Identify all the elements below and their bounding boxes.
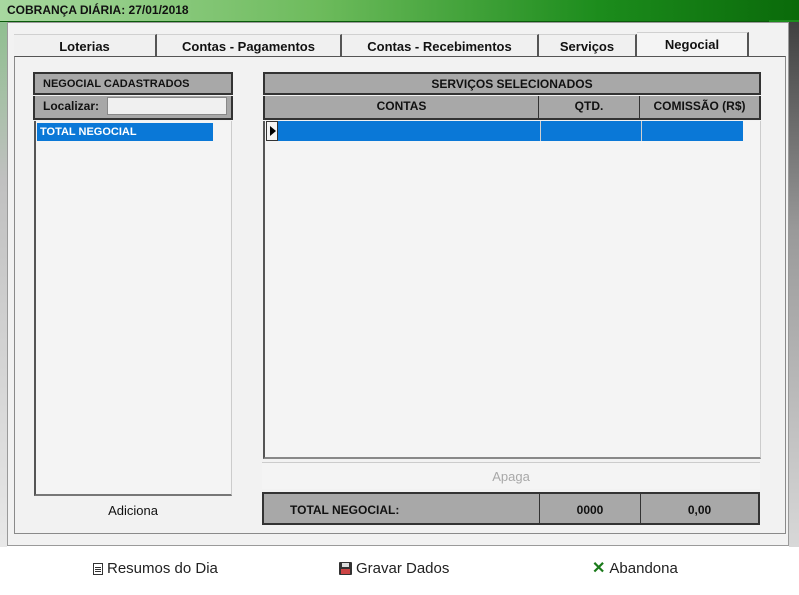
delete-button[interactable]: Apaga	[262, 462, 760, 489]
total-comissao: 0,00	[687, 503, 712, 517]
total-qtd: 0000	[576, 503, 604, 517]
abort-label: Abandona	[609, 560, 678, 577]
total-label: TOTAL NEGOCIAL:	[290, 503, 400, 517]
search-label: Localizar:	[43, 99, 100, 113]
search-input[interactable]	[107, 97, 227, 115]
tab-label: Contas - Recebimentos	[367, 38, 512, 54]
negocial-list-header: NEGOCIAL CADASTRADOS	[33, 72, 233, 95]
list-item-total-negocial[interactable]: TOTAL NEGOCIAL	[37, 123, 213, 141]
column-header-qtd[interactable]: QTD.	[539, 96, 640, 120]
tab-label: Loterias	[59, 38, 110, 54]
tab-negocial[interactable]: Negocial	[637, 32, 749, 56]
column-header-comissao[interactable]: COMISSÃO (R$)	[640, 96, 761, 120]
tab-label: Negocial	[664, 37, 720, 52]
tab-loterias[interactable]: Loterias	[14, 34, 157, 57]
abort-button[interactable]: ✕ Abandona	[592, 560, 678, 577]
daily-summary-label: Resumos do Dia	[107, 560, 218, 577]
cell-qtd[interactable]	[541, 121, 642, 141]
save-label: Gravar Dados	[356, 560, 450, 577]
title-bar: COBRANÇA DIÁRIA: 27/01/2018	[0, 0, 799, 24]
negocial-list[interactable]: TOTAL NEGOCIAL	[34, 121, 232, 496]
floppy-disk-icon	[339, 562, 352, 575]
left-frame-shade	[0, 22, 7, 547]
document-icon	[93, 562, 103, 575]
tab-label: Contas - Pagamentos	[182, 38, 315, 54]
cell-comissao[interactable]	[642, 121, 743, 141]
tab-contas-recebimentos[interactable]: Contas - Recebimentos	[342, 34, 539, 57]
bottom-toolbar: Resumos do Dia Gravar Dados ✕ Abandona	[0, 547, 799, 595]
window-title: COBRANÇA DIÁRIA: 27/01/2018	[7, 3, 189, 17]
search-row: Localizar:	[33, 96, 233, 120]
right-frame-shade	[789, 22, 799, 547]
selected-services-header: SERVIÇOS SELECIONADOS	[263, 72, 761, 95]
cell-contas[interactable]	[278, 121, 541, 141]
services-grid[interactable]	[263, 121, 761, 459]
daily-summary-button[interactable]: Resumos do Dia	[93, 560, 218, 577]
row-indicator-icon	[266, 121, 278, 141]
table-row[interactable]	[266, 121, 743, 141]
total-bar: TOTAL NEGOCIAL: 0000 0,00	[262, 492, 760, 525]
tab-servicos[interactable]: Serviços	[539, 34, 637, 57]
column-header-contas[interactable]: CONTAS	[263, 96, 539, 120]
tab-contas-pagamentos[interactable]: Contas - Pagamentos	[157, 34, 342, 57]
tab-label: Serviços	[559, 38, 615, 54]
save-button[interactable]: Gravar Dados	[339, 560, 449, 577]
close-icon: ✕	[592, 559, 606, 577]
add-button[interactable]: Adiciona	[34, 503, 232, 518]
